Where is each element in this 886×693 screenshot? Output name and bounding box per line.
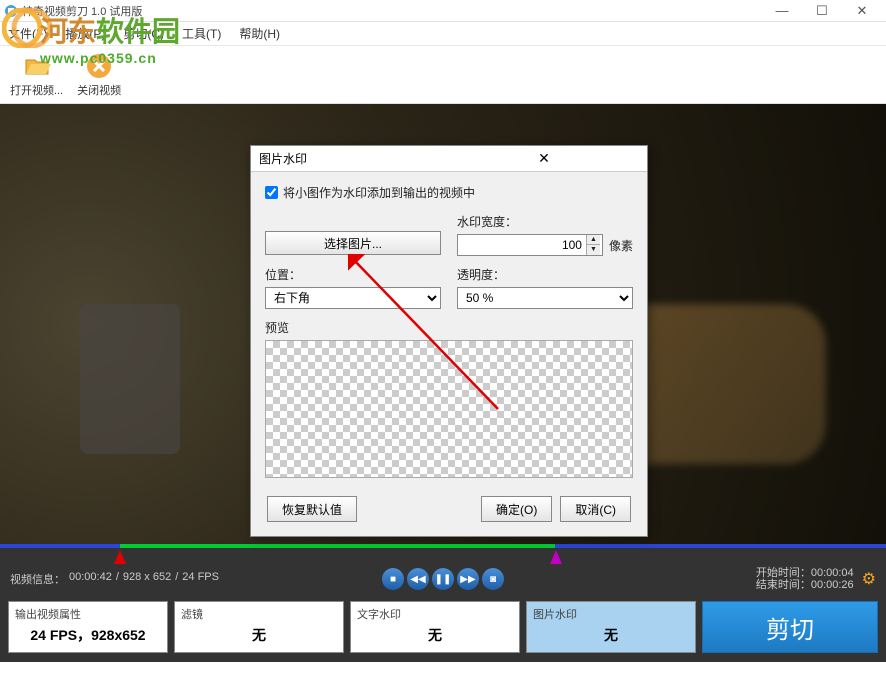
output-properties-panel[interactable]: 输出视频属性 24 FPS，928x652 xyxy=(8,601,168,653)
start-marker[interactable] xyxy=(114,550,126,564)
filter-value: 无 xyxy=(181,622,337,648)
restore-defaults-button[interactable]: 恢复默认值 xyxy=(267,496,357,522)
enable-watermark-label: 将小图作为水印添加到输出的视频中 xyxy=(283,184,475,201)
menu-file[interactable]: 文件(F) xyxy=(8,25,47,42)
image-wm-label: 图片水印 xyxy=(533,606,689,622)
dialog-title: 图片水印 xyxy=(259,150,449,167)
video-duration: 00:00:42 xyxy=(69,571,112,587)
output-label: 输出视频属性 xyxy=(15,606,161,622)
position-select[interactable]: 右下角 xyxy=(265,287,441,309)
filter-label: 滤镜 xyxy=(181,606,337,622)
video-resolution: 928 x 652 xyxy=(123,571,171,587)
preview-label: 预览 xyxy=(265,319,633,336)
filter-panel[interactable]: 滤镜 无 xyxy=(174,601,344,653)
open-video-label: 打开视频... xyxy=(10,82,63,98)
rewind-button[interactable]: ◀◀ xyxy=(407,568,429,590)
preview-box xyxy=(265,340,633,478)
text-watermark-panel[interactable]: 文字水印 无 xyxy=(350,601,520,653)
status-bar: 视频信息： 00:00:42 / 928 x 652 / 24 FPS ■ ◀◀… xyxy=(0,566,886,592)
start-time-label: 开始时间： xyxy=(756,567,811,579)
folder-open-icon xyxy=(23,52,51,80)
end-time-label: 结束时间： xyxy=(756,579,811,591)
video-info-label: 视频信息： xyxy=(10,571,65,587)
output-panels: 输出视频属性 24 FPS，928x652 滤镜 无 文字水印 无 图片水印 无… xyxy=(0,592,886,662)
close-video-button[interactable]: 关闭视频 xyxy=(77,52,121,98)
stop-button[interactable]: ■ xyxy=(382,568,404,590)
position-label: 位置： xyxy=(265,266,441,283)
text-wm-value: 无 xyxy=(357,622,513,648)
playback-controls: ■ ◀◀ ❚❚ ▶▶ ◙ xyxy=(382,568,504,590)
end-time-value: 00:00:26 xyxy=(811,579,854,591)
enable-watermark-checkbox[interactable] xyxy=(265,186,278,199)
window-title: 神奇视频剪刀 1.0 试用版 xyxy=(22,3,762,19)
minimize-button[interactable]: — xyxy=(762,1,802,21)
close-button[interactable]: ✕ xyxy=(842,1,882,21)
opacity-label: 透明度： xyxy=(457,266,633,283)
end-marker[interactable] xyxy=(550,550,562,564)
close-video-label: 关闭视频 xyxy=(77,82,121,98)
toolbar: 打开视频... 关闭视频 xyxy=(0,46,886,104)
menu-play[interactable]: 播放(P) xyxy=(65,25,105,42)
forward-button[interactable]: ▶▶ xyxy=(457,568,479,590)
video-fps: 24 FPS xyxy=(182,571,219,587)
opacity-select[interactable]: 50 % xyxy=(457,287,633,309)
close-circle-icon xyxy=(85,52,113,80)
text-wm-label: 文字水印 xyxy=(357,606,513,622)
open-video-button[interactable]: 打开视频... xyxy=(10,52,63,98)
maximize-button[interactable]: ☐ xyxy=(802,1,842,21)
cut-button[interactable]: 剪切 xyxy=(702,601,878,653)
ok-button[interactable]: 确定(O) xyxy=(481,496,552,522)
width-spinner[interactable]: ▲▼ xyxy=(586,235,600,255)
window-titlebar: 神奇视频剪刀 1.0 试用版 — ☐ ✕ xyxy=(0,0,886,22)
image-watermark-dialog: 图片水印 ✕ 将小图作为水印添加到输出的视频中 选择图片... 水印宽度： ▲▼… xyxy=(250,145,648,537)
settings-icon[interactable]: ⚙ xyxy=(862,569,876,589)
menubar: 文件(F) 播放(P) 剪切(C) 工具(T) 帮助(H) xyxy=(0,22,886,46)
menu-cut[interactable]: 剪切(C) xyxy=(123,25,164,42)
app-icon xyxy=(4,4,18,18)
pause-button[interactable]: ❚❚ xyxy=(432,568,454,590)
width-unit: 像素 xyxy=(609,237,633,254)
image-wm-value: 无 xyxy=(533,622,689,648)
menu-tools[interactable]: 工具(T) xyxy=(182,25,221,42)
dialog-titlebar: 图片水印 ✕ xyxy=(251,146,647,172)
dialog-close-button[interactable]: ✕ xyxy=(449,150,639,167)
image-watermark-panel[interactable]: 图片水印 无 xyxy=(526,601,696,653)
snapshot-button[interactable]: ◙ xyxy=(482,568,504,590)
select-image-button[interactable]: 选择图片... xyxy=(265,231,441,255)
width-label: 水印宽度： xyxy=(457,213,633,230)
start-time-value: 00:00:04 xyxy=(811,567,854,579)
output-value: 24 FPS，928x652 xyxy=(15,622,161,648)
width-input[interactable] xyxy=(458,238,586,252)
menu-help[interactable]: 帮助(H) xyxy=(239,25,280,42)
cancel-button[interactable]: 取消(C) xyxy=(560,496,631,522)
